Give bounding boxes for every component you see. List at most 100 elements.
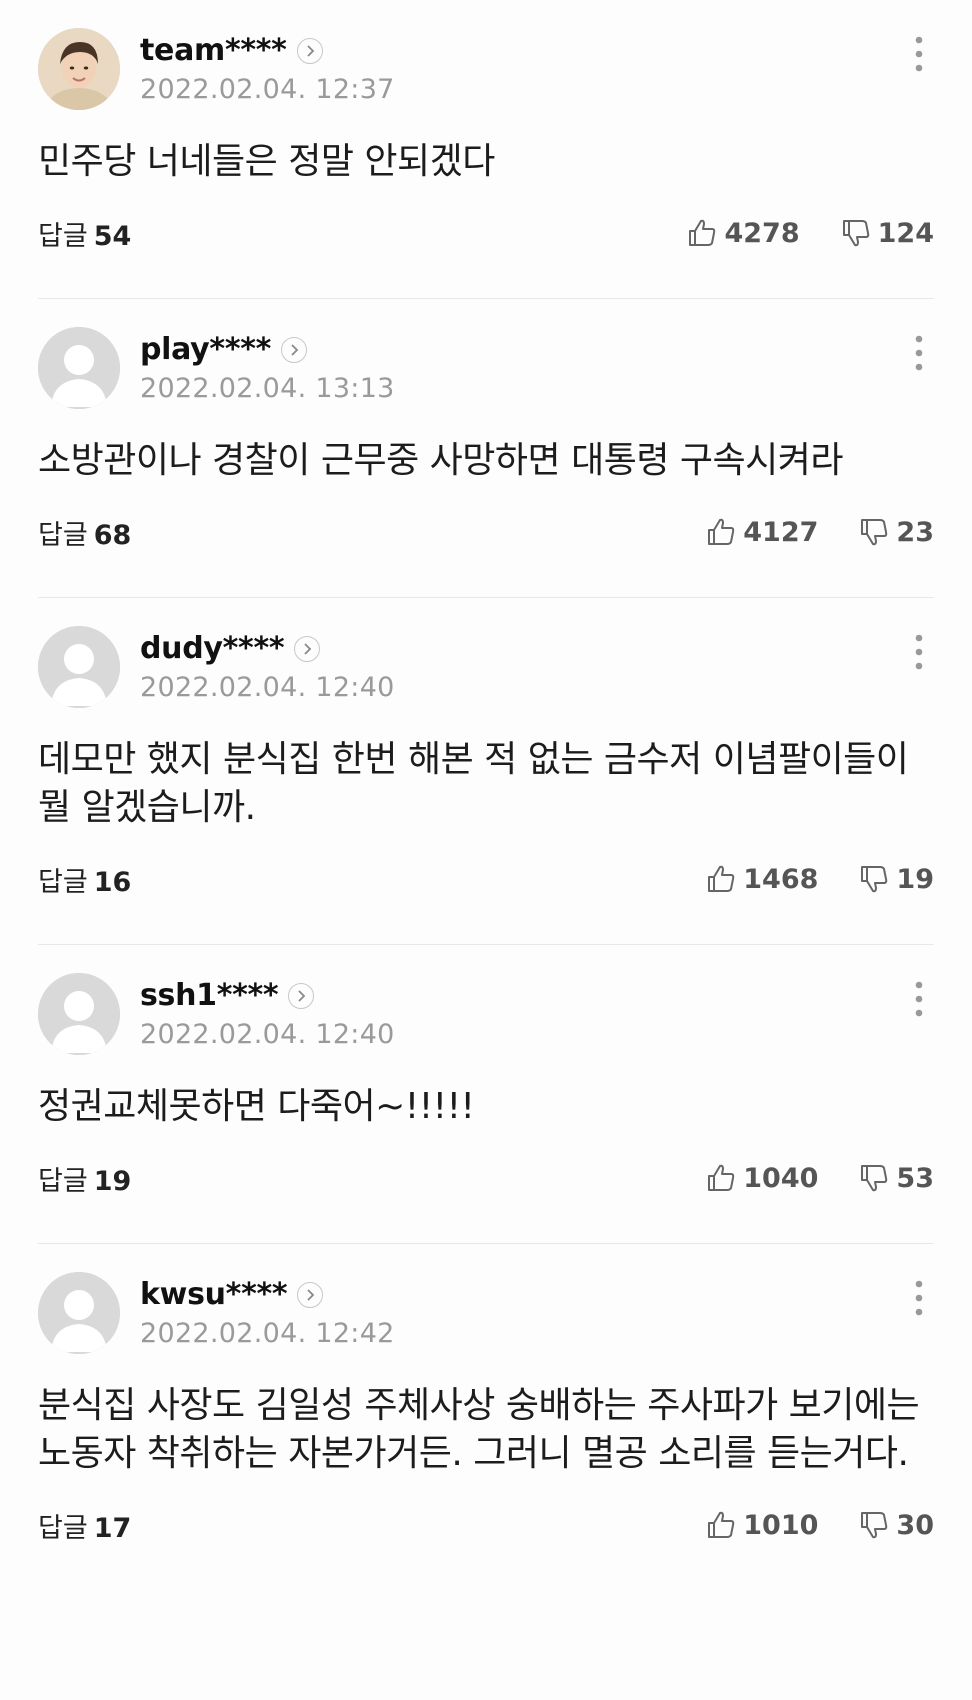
thumbs-down-icon	[861, 1165, 888, 1192]
dislike-button[interactable]: 19	[858, 863, 934, 895]
comment-item: team**** 2022.02.04. 12:37 민주당 너네들은 정말 안…	[38, 0, 934, 299]
avatar[interactable]	[38, 28, 120, 110]
comment-header: team**** 2022.02.04. 12:37	[38, 26, 934, 112]
dislike-count: 23	[896, 516, 934, 548]
default-user-icon	[38, 973, 120, 1055]
comment-text: 민주당 너네들은 정말 안되겠다	[38, 141, 495, 182]
dislike-count: 124	[877, 217, 934, 249]
vote-group: 4278 124	[686, 217, 934, 249]
comment-date: 2022.02.04. 12:37	[140, 74, 395, 105]
comment-date: 2022.02.04. 12:40	[140, 1019, 395, 1050]
dislike-button[interactable]: 124	[840, 217, 934, 249]
default-user-icon	[38, 1272, 120, 1354]
reply-count: 17	[93, 1512, 132, 1544]
reply-button[interactable]: 답글 54	[38, 214, 131, 253]
avatar[interactable]	[38, 327, 120, 409]
more-vertical-icon[interactable]	[904, 630, 934, 674]
thumbs-down-icon	[861, 866, 888, 893]
more-vertical-icon[interactable]	[904, 331, 934, 375]
more-vertical-icon[interactable]	[904, 32, 934, 76]
dislike-count: 19	[896, 863, 934, 895]
like-button[interactable]: 1040	[705, 1162, 818, 1194]
comment-date: 2022.02.04. 12:42	[140, 1318, 395, 1349]
comment-header: kwsu**** 2022.02.04. 12:42	[38, 1270, 934, 1356]
comment-meta: dudy**** 2022.02.04. 12:40	[140, 631, 395, 703]
comment-item: dudy**** 2022.02.04. 12:40 데모만 했지 분식집 한번…	[38, 598, 934, 945]
reply-count: 68	[93, 519, 132, 551]
reply-count: 19	[93, 1165, 132, 1197]
reply-count: 54	[93, 220, 132, 252]
comment-text: 정권교체못하면 다죽어~!!!!!	[38, 1086, 475, 1127]
chevron-right-icon[interactable]	[281, 336, 307, 363]
reply-button[interactable]: 답글 16	[38, 860, 131, 899]
reply-button[interactable]: 답글 68	[38, 513, 131, 552]
like-button[interactable]: 1010	[705, 1509, 818, 1541]
like-count: 1010	[743, 1509, 819, 1541]
reply-label: 답글	[38, 866, 88, 898]
vote-group: 1010 30	[705, 1509, 934, 1541]
username-row: ssh1****	[140, 978, 395, 1013]
comment-meta: ssh1**** 2022.02.04. 12:40	[140, 978, 395, 1050]
comment-footer: 답글 68 4127 23	[38, 505, 934, 559]
reply-label: 답글	[38, 519, 88, 551]
comment-item: play**** 2022.02.04. 13:13 소방관이나 경찰이 근무중…	[38, 299, 934, 598]
comment-footer: 답글 54 4278 124	[38, 206, 934, 260]
chevron-right-icon[interactable]	[296, 37, 323, 64]
username[interactable]: dudy****	[140, 631, 285, 666]
like-count: 1468	[743, 863, 819, 895]
like-count: 1040	[743, 1162, 819, 1194]
reply-count: 16	[93, 866, 132, 898]
username-row: team****	[140, 33, 395, 68]
more-vertical-icon[interactable]	[904, 1276, 934, 1320]
comment-date: 2022.02.04. 12:40	[140, 672, 395, 703]
username-row: dudy****	[140, 631, 395, 666]
thumbs-down-icon	[861, 519, 888, 546]
like-button[interactable]: 1468	[705, 863, 818, 895]
like-button[interactable]: 4127	[705, 516, 818, 548]
comment-text: 분식집 사장도 김일성 주체사상 숭배하는 주사파가 보기에는 노동자 착취하는…	[38, 1385, 920, 1474]
default-user-icon	[38, 626, 120, 708]
username[interactable]: play****	[140, 332, 271, 367]
dislike-count: 53	[896, 1162, 934, 1194]
username[interactable]: team****	[140, 33, 287, 68]
thumbs-up-icon	[708, 1164, 735, 1191]
chevron-right-icon[interactable]	[297, 1281, 324, 1308]
thumbs-up-icon	[708, 1511, 735, 1538]
default-user-icon	[38, 327, 120, 409]
thumbs-up-icon	[708, 518, 735, 545]
like-count: 4278	[724, 217, 800, 249]
vote-group: 1468 19	[705, 863, 934, 895]
avatar[interactable]	[38, 973, 120, 1055]
comment-text: 데모만 했지 분식집 한번 해본 적 없는 금수저 이념팔이들이 뭘 알겠습니까…	[38, 739, 909, 828]
reply-label: 답글	[38, 1512, 88, 1544]
avatar[interactable]	[38, 1272, 120, 1354]
username[interactable]: ssh1****	[140, 978, 279, 1013]
username-row: play****	[140, 332, 395, 367]
comment-footer: 답글 17 1010 30	[38, 1498, 934, 1552]
comment-footer: 답글 16 1468 19	[38, 852, 934, 906]
comment-header: dudy**** 2022.02.04. 12:40	[38, 624, 934, 710]
comment-meta: play**** 2022.02.04. 13:13	[140, 332, 395, 404]
comment-text: 소방관이나 경찰이 근무중 사망하면 대통령 구속시켜라	[38, 440, 843, 481]
comment-header: play**** 2022.02.04. 13:13	[38, 325, 934, 411]
chevron-right-icon[interactable]	[288, 982, 315, 1009]
comment-footer: 답글 19 1040 53	[38, 1151, 934, 1205]
reply-label: 답글	[38, 1165, 88, 1197]
thumbs-up-icon	[708, 865, 735, 892]
profile-photo-icon	[38, 28, 120, 110]
reply-button[interactable]: 답글 17	[38, 1506, 131, 1545]
dislike-button[interactable]: 53	[858, 1162, 934, 1194]
comment-list: team**** 2022.02.04. 12:37 민주당 너네들은 정말 안…	[0, 0, 972, 1552]
username[interactable]: kwsu****	[140, 1277, 288, 1312]
like-button[interactable]: 4278	[686, 217, 800, 249]
more-vertical-icon[interactable]	[904, 977, 934, 1021]
avatar[interactable]	[38, 626, 120, 708]
dislike-button[interactable]: 23	[858, 516, 934, 548]
chevron-right-icon[interactable]	[294, 635, 321, 662]
dislike-button[interactable]: 30	[858, 1509, 934, 1541]
thumbs-down-icon	[842, 220, 869, 247]
reply-button[interactable]: 답글 19	[38, 1159, 131, 1198]
dislike-count: 30	[896, 1509, 934, 1541]
vote-group: 1040 53	[705, 1162, 934, 1194]
username-row: kwsu****	[140, 1277, 395, 1312]
